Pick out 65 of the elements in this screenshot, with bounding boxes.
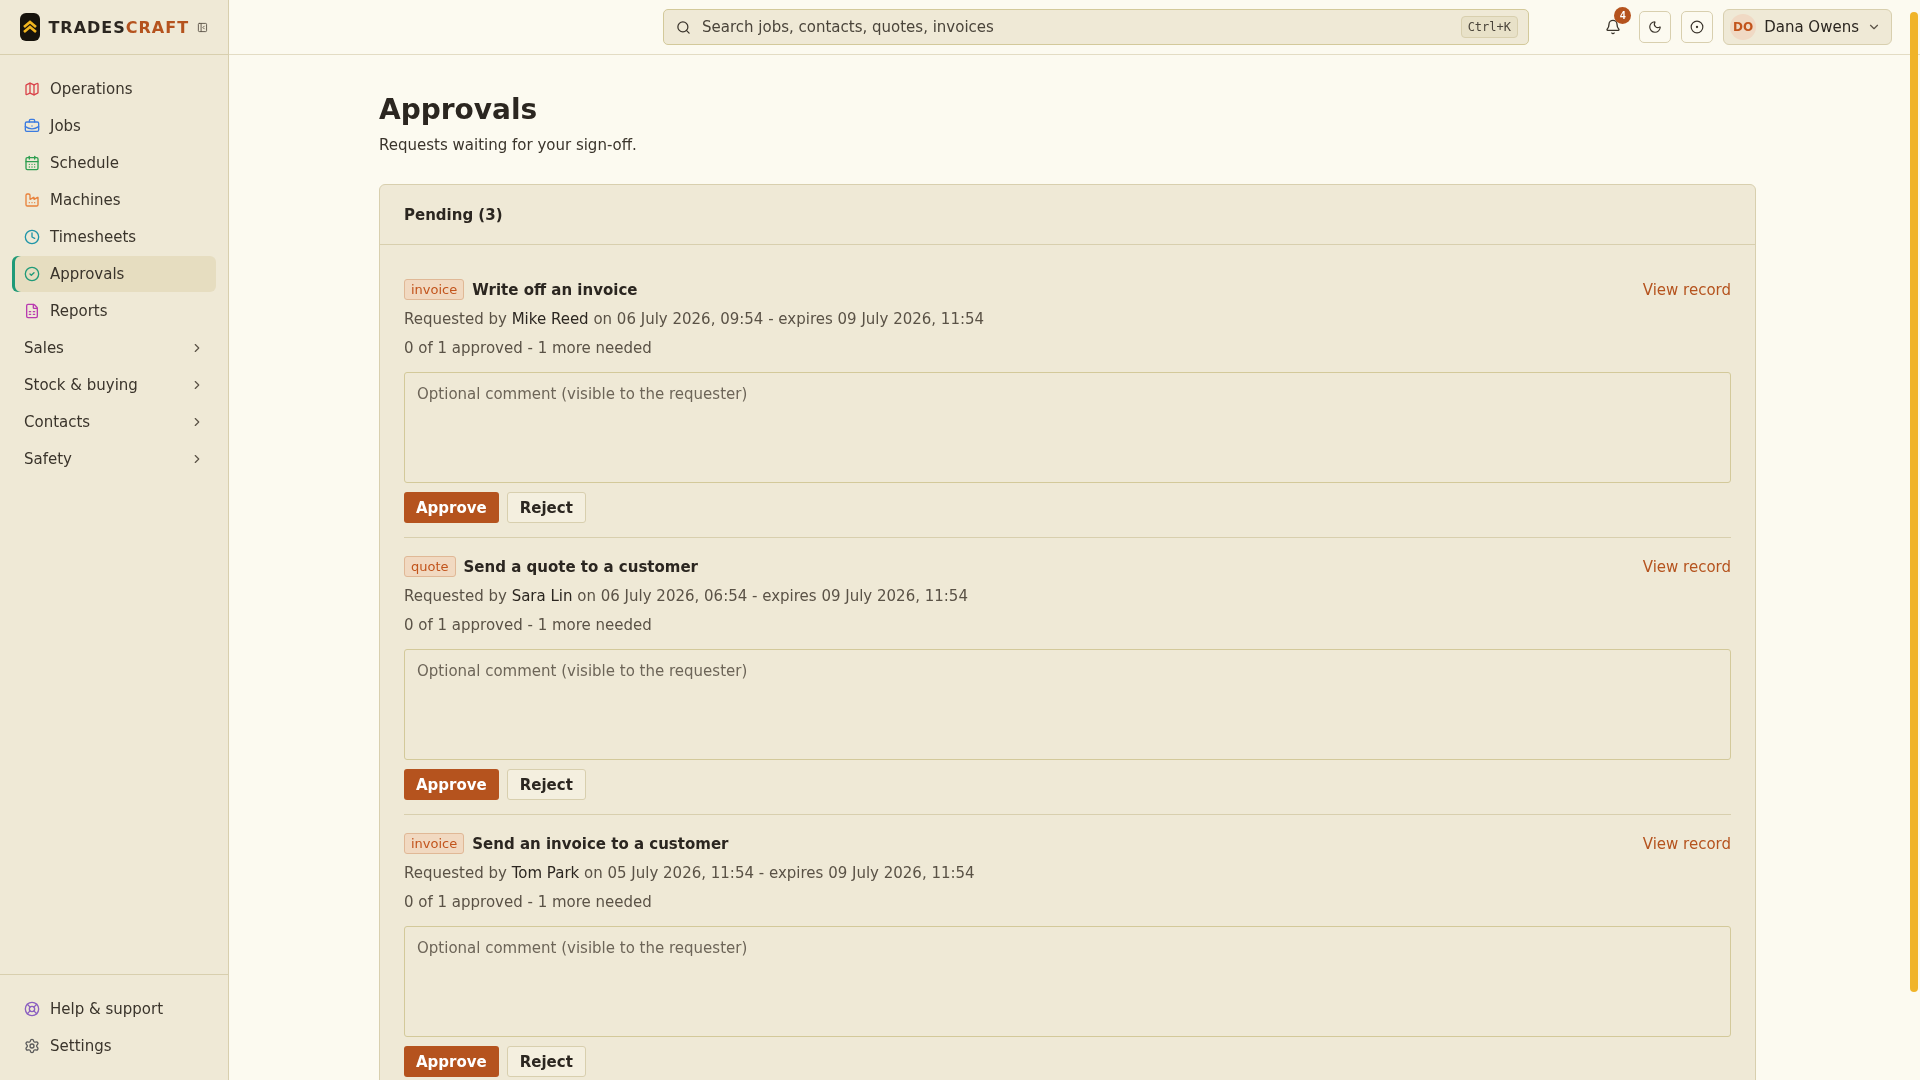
comment-field[interactable]: Optional comment (visible to the requester) <box>404 926 1731 1037</box>
clock-icon <box>24 229 40 245</box>
shortcut-hint: Ctrl+K <box>1460 16 1518 38</box>
view-record-link[interactable]: View record <box>1642 280 1731 299</box>
page-title: Approvals <box>379 93 539 126</box>
search-field[interactable]: Search jobs, contacts, quotes, invoices Ctrl+K <box>663 9 1529 45</box>
comment-field[interactable]: Optional comment (visible to the requester) <box>404 649 1731 760</box>
document-icon <box>24 303 40 319</box>
approve-button[interactable]: Approve <box>404 492 499 523</box>
user-menu[interactable]: DO Dana Owens <box>1723 9 1892 45</box>
brand-name: TRADESCRAFT <box>48 17 190 37</box>
sidebar-item[interactable]: Reports <box>12 293 216 329</box>
map-icon <box>24 81 40 97</box>
reject-button[interactable]: Reject <box>506 769 586 800</box>
search-icon <box>676 19 691 35</box>
reject-button[interactable]: Reject <box>506 492 586 523</box>
type-tag: quote <box>404 556 456 577</box>
sidebar-item[interactable]: Timesheets <box>12 219 216 255</box>
page-subtitle: Requests waiting for your sign-off. <box>379 136 638 154</box>
approval-count: 0 of 1 approved - 1 more needed <box>404 892 653 912</box>
sidebar-item[interactable]: Machines <box>12 182 216 218</box>
sidebar-group[interactable]: Safety <box>12 441 216 477</box>
view-record-link[interactable]: View record <box>1642 557 1731 576</box>
comment-field[interactable]: Optional comment (visible to the requester) <box>404 372 1731 483</box>
sidebar-item[interactable]: Help & support <box>12 991 216 1027</box>
lifebuoy-icon <box>24 1001 40 1017</box>
search-input[interactable]: Search jobs, contacts, quotes, invoices <box>700 17 1452 37</box>
sidebar-item[interactable]: Approvals <box>12 256 216 292</box>
user-name: Dana Owens <box>1764 18 1859 36</box>
check-circle-icon <box>24 266 40 282</box>
request-details: Requested by Sara Lin on 06 July 2026, 06:54 - expires 09 July 2026, 11:54 <box>404 586 969 606</box>
calendar-icon <box>24 155 40 171</box>
request-title: Send an invoice to a customer <box>472 834 729 853</box>
sidebar-group[interactable]: Contacts <box>12 404 216 440</box>
sidebar-group[interactable]: Sales <box>12 330 216 366</box>
logo-icon <box>20 13 41 41</box>
type-tag: invoice <box>404 833 465 854</box>
factory-icon <box>24 192 40 208</box>
approval-count: 0 of 1 approved - 1 more needed <box>404 615 653 635</box>
type-tag: invoice <box>404 279 465 300</box>
reject-button[interactable]: Reject <box>506 1046 586 1077</box>
scrollbar[interactable] <box>1910 12 1918 992</box>
contrast-icon <box>1690 20 1705 34</box>
approve-button[interactable]: Approve <box>404 769 499 800</box>
sidebar-group[interactable]: Stock & buying <box>12 367 216 403</box>
request-details: Requested by Mike Reed on 06 July 2026, 09:54 - expires 09 July 2026, 11:54 <box>404 309 986 329</box>
sidebar-item[interactable]: Jobs <box>12 108 216 144</box>
request-title: Send a quote to a customer <box>463 557 698 576</box>
sidebar-item[interactable]: Settings <box>12 1028 216 1064</box>
briefcase-icon <box>24 118 40 134</box>
notification-count: 4 <box>1614 7 1632 24</box>
sidebar-item[interactable]: Operations <box>12 71 216 107</box>
request-details: Requested by Tom Park on 05 July 2026, 11:54 - expires 09 July 2026, 11:54 <box>404 863 976 883</box>
approve-button[interactable]: Approve <box>404 1046 499 1077</box>
request-title: Write off an invoice <box>472 280 638 299</box>
view-record-link[interactable]: View record <box>1642 834 1731 853</box>
sidebar-item[interactable]: Schedule <box>12 145 216 181</box>
settings-icon <box>24 1038 40 1054</box>
approval-count: 0 of 1 approved - 1 more needed <box>404 338 653 358</box>
theme-button[interactable] <box>1639 11 1672 43</box>
avatar: DO <box>1730 14 1757 40</box>
contrast-button[interactable] <box>1681 11 1714 43</box>
panel-heading: Pending (3) <box>404 205 503 224</box>
bell-icon <box>1605 19 1622 35</box>
moon-icon <box>1648 20 1663 34</box>
